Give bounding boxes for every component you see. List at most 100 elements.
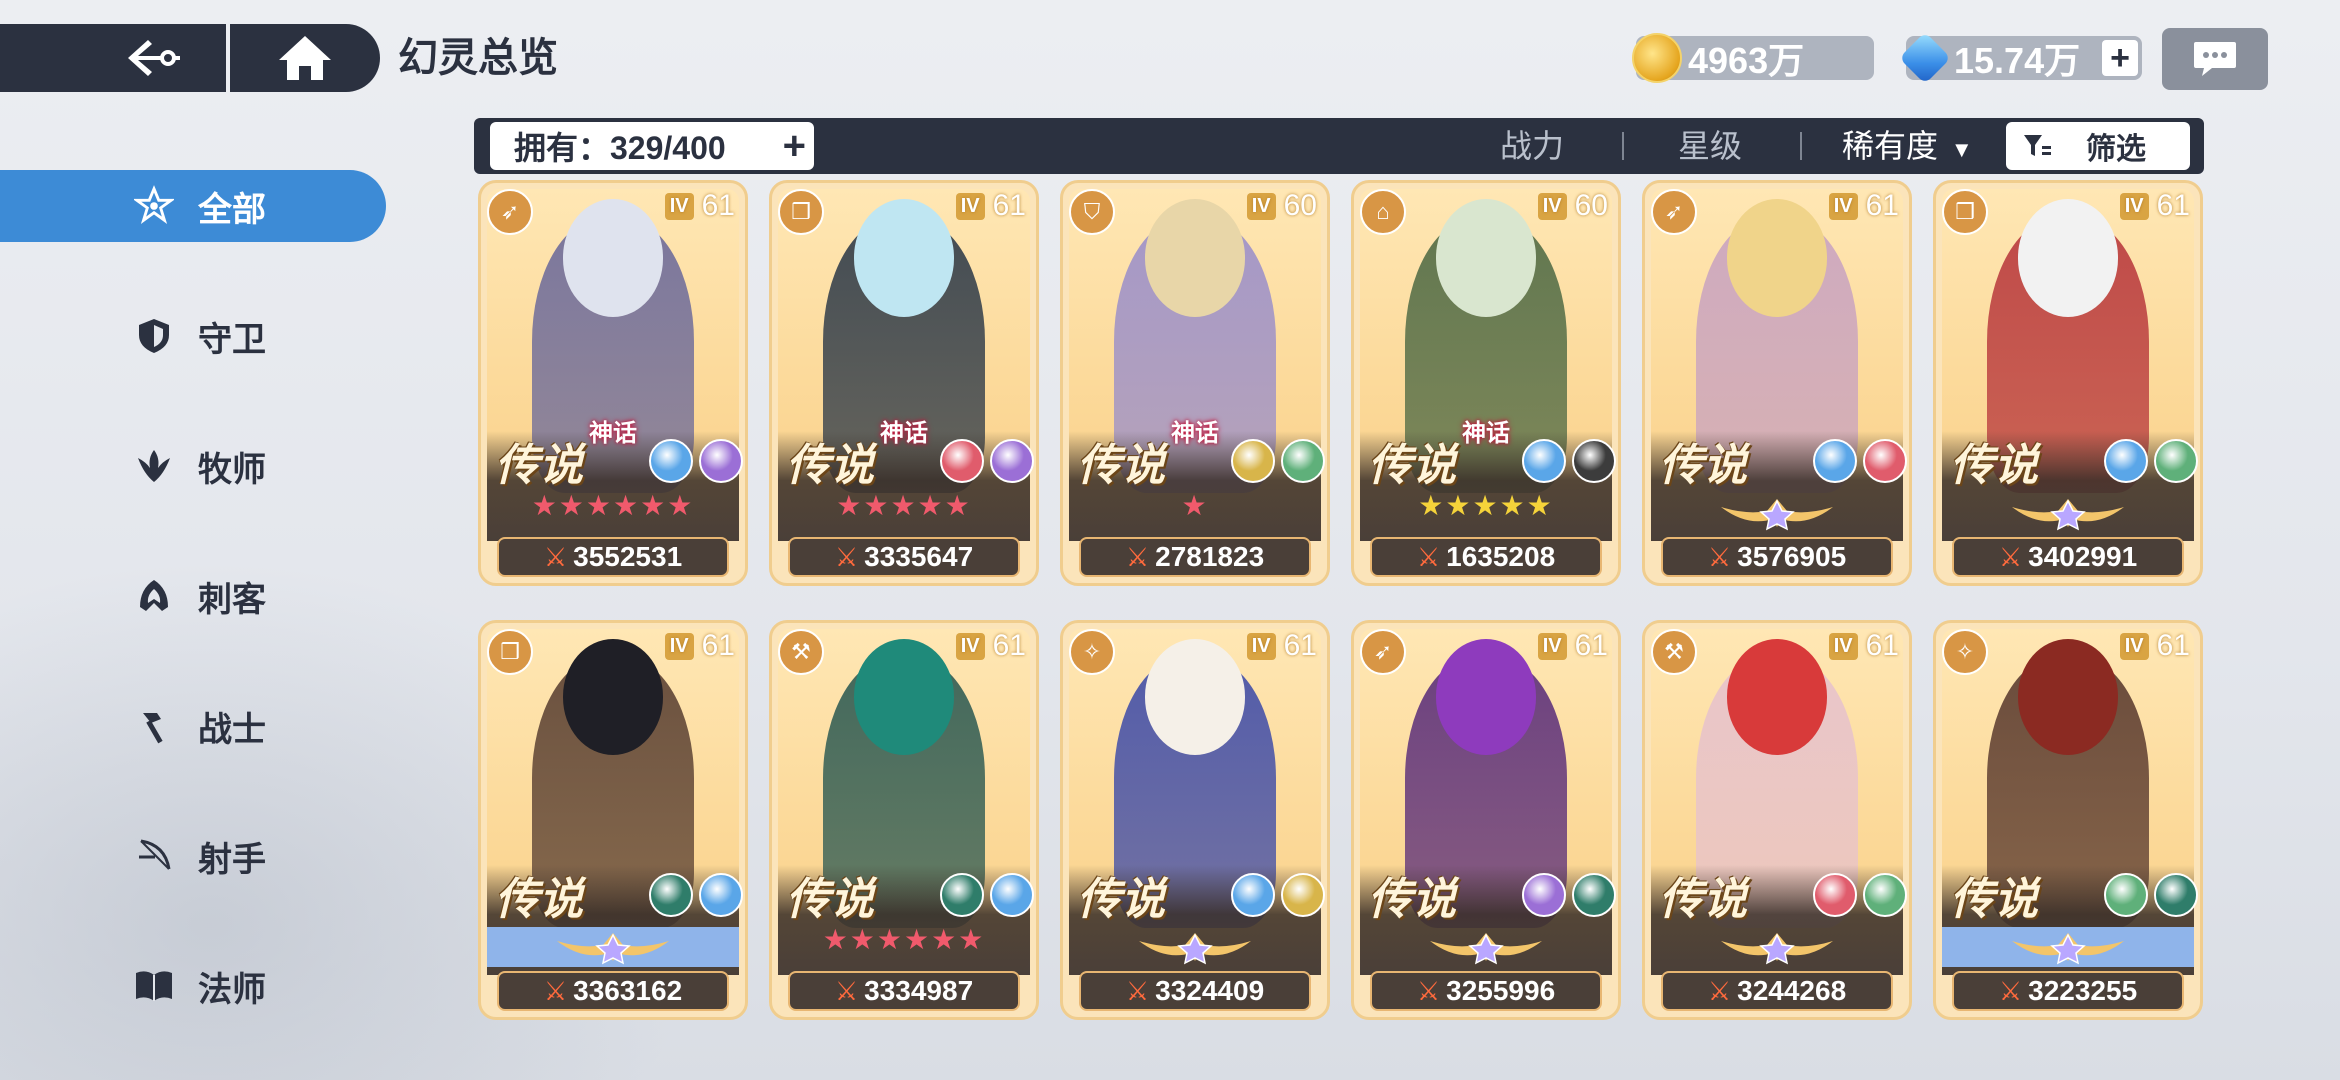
combat-power: ⚔ 3255996 — [1370, 971, 1602, 1011]
hero-card[interactable]: ➶ IV 61 传说 ⚔ 3576905 — [1642, 180, 1912, 586]
gold-coin-icon — [1632, 33, 1682, 83]
hammer-icon — [134, 706, 174, 746]
crossed-swords-icon: ⚔ — [1416, 975, 1441, 1006]
bow-icon: ➶ — [1360, 629, 1406, 675]
add-gem-button[interactable]: + — [2102, 40, 2138, 76]
rarity-label: 传说 — [495, 875, 583, 924]
hero-hair — [853, 199, 955, 317]
back-button[interactable] — [110, 30, 200, 86]
sidebar-item-5[interactable]: 射手 — [0, 820, 386, 892]
hero-card[interactable]: ⌂ IV 60 神话 传说 ★★★★★ ⚔ 1635208 — [1351, 180, 1621, 586]
expand-capacity-button[interactable]: + — [783, 124, 806, 169]
home-button[interactable] — [265, 30, 345, 86]
gem-counter: 15.74万 + — [1898, 31, 2142, 85]
crossed-swords-icon: ⚔ — [1998, 975, 2023, 1006]
element-icon — [1281, 873, 1325, 917]
page-title: 幻灵总览 — [398, 36, 558, 80]
hero-level: IV 61 — [2119, 189, 2190, 223]
rarity-label: 传说 — [786, 441, 874, 490]
crossed-swords-icon: ⚔ — [1707, 975, 1732, 1006]
level-value: 61 — [701, 189, 735, 222]
combat-power: ⚔ 3576905 — [1661, 537, 1893, 577]
hero-card[interactable]: ➶ IV 61 神话 传说 ★★★★★★ ⚔ 3552531 — [478, 180, 748, 586]
element-icon — [1863, 439, 1907, 483]
chat-button[interactable] — [2162, 28, 2268, 90]
hero-card[interactable]: ➶ IV 61 传说 ⚔ 3255996 — [1351, 620, 1621, 1020]
element-icon — [990, 873, 1034, 917]
hero-hair — [1435, 199, 1537, 317]
element-icon — [1522, 873, 1566, 917]
tier-badge: IV — [2119, 632, 2149, 660]
tier-badge: IV — [1828, 632, 1858, 660]
sidebar-item-label: 守卫 — [198, 320, 266, 359]
hero-hair — [562, 639, 664, 755]
sidebar-item-4[interactable]: 战士 — [0, 690, 386, 762]
sidebar-item-6[interactable]: 法师 — [0, 950, 386, 1022]
crossed-swords-icon: ⚔ — [1125, 541, 1150, 572]
hood-icon — [134, 576, 174, 616]
hero-hair — [853, 639, 955, 755]
filter-button[interactable]: 筛选 — [2006, 122, 2190, 170]
sort-power-tab[interactable]: 战力 — [1500, 122, 1564, 170]
element-icon — [649, 873, 693, 917]
combat-power-value: 3552531 — [573, 541, 683, 572]
book-icon — [134, 966, 174, 1006]
crossed-swords-icon: ⚔ — [1416, 541, 1441, 572]
combat-power-value: 3223255 — [2028, 975, 2138, 1006]
sidebar-item-1[interactable]: 守卫 — [0, 300, 386, 372]
sort-rarity-label: 稀有度 — [1842, 128, 1939, 164]
hero-card[interactable]: ❒ IV 61 神话 传说 ★★★★★ ⚔ 3335647 — [769, 180, 1039, 586]
sort-star-tab[interactable]: 星级 — [1678, 122, 1742, 170]
wing-icon-glyph — [138, 450, 170, 482]
rarity-label: 传说 — [495, 441, 583, 490]
owned-count-box[interactable]: 拥有：329/400 + — [490, 122, 814, 170]
wing-icon: ✧ — [1069, 629, 1115, 675]
level-value: 61 — [1865, 189, 1899, 222]
sidebar-item-3[interactable]: 刺客 — [0, 560, 386, 632]
awaken-star-icon — [1717, 931, 1837, 965]
hero-card[interactable]: ✧ IV 61 传说 ⚔ 3324409 — [1060, 620, 1330, 1020]
level-value: 61 — [2156, 189, 2190, 222]
hero-hair — [562, 199, 664, 317]
hero-level: IV 61 — [1246, 629, 1317, 663]
sort-rarity-tab[interactable]: 稀有度 ▼ — [1842, 122, 1973, 170]
home-icon — [279, 36, 331, 80]
hero-hair — [1144, 199, 1246, 317]
star-rating: ★★★★★★ — [531, 490, 695, 521]
owned-count-label: 拥有：329/400 — [514, 130, 726, 166]
combat-power-value: 3334987 — [864, 975, 974, 1006]
hero-hair — [1726, 199, 1828, 317]
combat-power: ⚔ 3552531 — [497, 537, 729, 577]
hood-icon-glyph — [140, 580, 168, 611]
sidebar-item-label: 牧师 — [198, 450, 266, 489]
element-icon — [2154, 439, 2198, 483]
rarity-label: 传说 — [786, 875, 874, 924]
hero-level: IV 61 — [2119, 629, 2190, 663]
sidebar-item-0[interactable]: 全部 — [0, 170, 386, 242]
hero-card[interactable]: ❒ IV 61 传说 ⚔ 3363162 — [478, 620, 748, 1020]
hero-level: IV 61 — [1828, 629, 1899, 663]
rarity-label: 传说 — [1950, 875, 2038, 924]
awaken-star-icon — [553, 931, 673, 965]
hero-card[interactable]: ❒ IV 61 传说 ⚔ 3402991 — [1933, 180, 2203, 586]
awaken-star-icon — [2008, 931, 2128, 965]
hammer-icon-glyph — [143, 713, 163, 744]
level-value: 61 — [1865, 629, 1899, 662]
bow-icon: ➶ — [1651, 189, 1697, 235]
rarity-label: 传说 — [1950, 441, 2038, 490]
element-icon — [699, 873, 743, 917]
sidebar-item-2[interactable]: 牧师 — [0, 430, 386, 502]
element-icon — [940, 873, 984, 917]
element-icon — [1813, 439, 1857, 483]
rarity-label: 传说 — [1077, 875, 1165, 924]
hero-card[interactable]: ⚒ IV 61 传说 ★★★★★★ ⚔ 3334987 — [769, 620, 1039, 1020]
combat-power: ⚔ 3244268 — [1661, 971, 1893, 1011]
combat-power-value: 3335647 — [864, 541, 974, 572]
hero-card[interactable]: ⛉ IV 60 神话 传说 ★ ⚔ 2781823 — [1060, 180, 1330, 586]
combat-power-value: 3402991 — [2028, 541, 2138, 572]
level-value: 61 — [701, 629, 735, 662]
hero-card[interactable]: ⚒ IV 61 传说 ⚔ 3244268 — [1642, 620, 1912, 1020]
triangle-down-icon: ▼ — [1950, 137, 1973, 162]
gold-amount: 4963万 — [1688, 40, 1805, 81]
hero-card[interactable]: ✧ IV 61 传说 ⚔ 3223255 — [1933, 620, 2203, 1020]
